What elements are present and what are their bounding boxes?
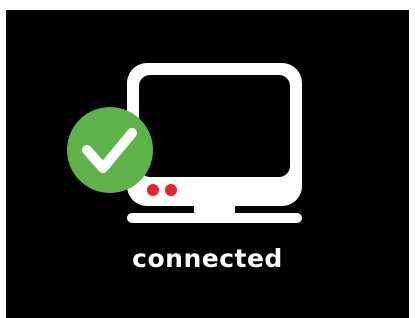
indicator-led-1 bbox=[147, 184, 159, 196]
indicator-led-2 bbox=[165, 184, 177, 196]
check-icon bbox=[67, 107, 153, 193]
connection-status-screen: connected bbox=[6, 10, 409, 318]
status-label: connected bbox=[132, 244, 283, 273]
monitor-icon bbox=[127, 63, 302, 223]
